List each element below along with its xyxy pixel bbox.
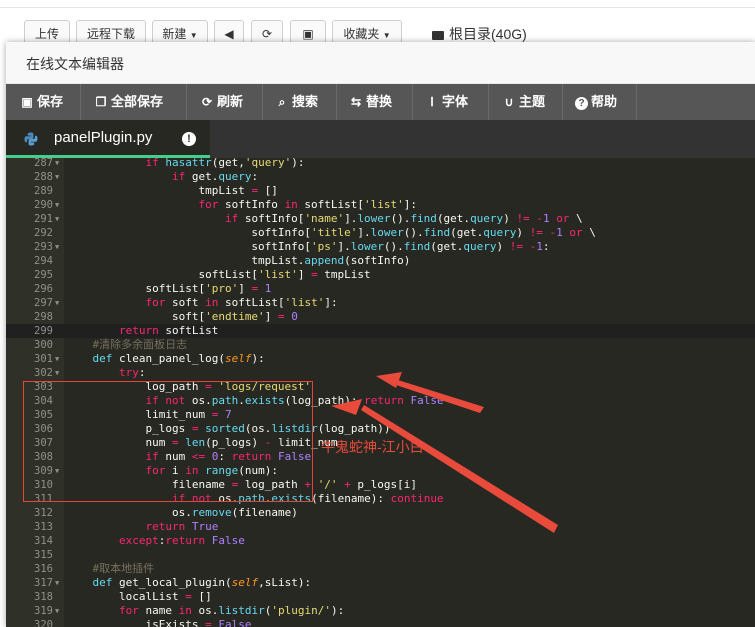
help-label: 帮助 (591, 94, 618, 109)
file-manager-toolbar: 上传 远程下载 新建 ▼ ◀ ⟳ ▣ 收藏夹 ▼ 根目录(40G) (0, 0, 755, 46)
theme-label: 主题 (519, 94, 546, 109)
divider (488, 84, 489, 120)
replace-icon: ⇆ (350, 95, 362, 109)
save-button[interactable]: ▣ 保存 (20, 84, 63, 120)
new-label: 新建 (162, 27, 187, 41)
python-icon (24, 132, 38, 146)
tab-panelplugin-py[interactable]: panelPlugin.py ! (6, 120, 210, 158)
tab-filename: panelPlugin.py (54, 129, 153, 146)
code-editor[interactable]: 287 ▼ if hasattr(get,'query'): 288 ▼ if get… (6, 158, 755, 627)
refresh-label: 刷新 (217, 94, 244, 109)
dialog-title: 在线文本编辑器 (26, 56, 124, 72)
divider (412, 84, 413, 120)
editor-toolbar: ▣ 保存 ❐ 全部保存 ⟳ 刷新 ⌕ 搜索 ⇆ 替换 Ⅰ 字体 ∪ 主题 ? 帮助 (6, 84, 755, 120)
annotation-arrows (331, 372, 558, 533)
refresh-icon: ⟳ (201, 95, 213, 109)
caret-down-icon: ▼ (189, 31, 198, 40)
replace-button[interactable]: ⇆ 替换 (349, 84, 392, 120)
root-dir-label: 根目录(40G) (449, 26, 527, 42)
refresh-button[interactable]: ⟳ 刷新 (200, 84, 243, 120)
divider (0, 7, 755, 8)
save-all-button[interactable]: ❐ 全部保存 (94, 84, 163, 120)
theme-button[interactable]: ∪ 主题 (502, 84, 545, 120)
divider (80, 84, 81, 120)
theme-icon: ∪ (504, 95, 514, 109)
text-editor-dialog: 在线文本编辑器 ▣ 保存 ❐ 全部保存 ⟳ 刷新 ⌕ 搜索 ⇆ 替换 Ⅰ 字体 ∪ 主题 ? 帮… (6, 42, 755, 627)
help-icon: ? (575, 97, 588, 110)
divider (336, 84, 337, 120)
favorites-label: 收藏夹 (343, 27, 380, 41)
divider (636, 84, 637, 120)
refresh-icon: ⟳ (261, 27, 273, 41)
file-tab-bar: panelPlugin.py ! (6, 120, 755, 158)
save-all-icon: ❐ (95, 95, 107, 109)
replace-label: 替换 (366, 94, 393, 109)
arrow-line-1 (361, 405, 558, 533)
info-icon[interactable]: ! (182, 132, 196, 146)
font-label: 字体 (442, 94, 469, 109)
font-button[interactable]: Ⅰ 字体 (425, 84, 468, 120)
divider (186, 84, 187, 120)
divider (262, 84, 263, 120)
root-directory[interactable]: 根目录(40G) (432, 24, 527, 44)
terminal-icon: ▣ (302, 27, 314, 41)
search-icon: ⌕ (278, 95, 286, 109)
arrow-head-1 (331, 399, 362, 415)
arrow-line-2 (396, 380, 484, 413)
drive-icon (432, 31, 444, 40)
arrow-left-icon: ◀ (224, 27, 234, 41)
search-label: 搜索 (292, 94, 319, 109)
save-icon: ▣ (21, 95, 33, 109)
dialog-title-bar: 在线文本编辑器 (6, 42, 755, 84)
divider (562, 84, 563, 120)
save-all-label: 全部保存 (111, 94, 164, 109)
font-icon: Ⅰ (430, 95, 434, 109)
search-button[interactable]: ⌕ 搜索 (275, 84, 318, 120)
caret-down-icon: ▼ (382, 31, 391, 40)
save-label: 保存 (37, 94, 64, 109)
help-button[interactable]: ? 帮助 (575, 84, 617, 120)
annotation-text: 牛鬼蛇神-江小白 (321, 439, 424, 455)
